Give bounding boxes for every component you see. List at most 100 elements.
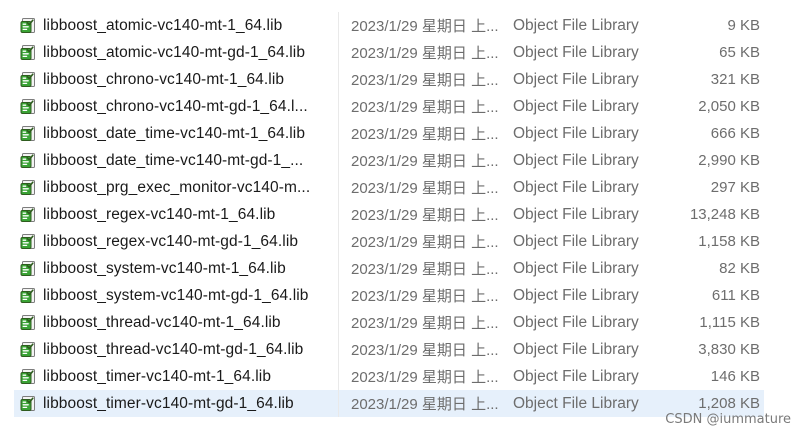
file-size: 297 KB — [710, 179, 760, 196]
column-divider — [334, 363, 339, 390]
file-type: Object File Library — [513, 16, 639, 34]
name-cell: libboost_thread-vc140-mt-gd-1_64.lib — [14, 341, 334, 359]
file-name: libboost_system-vc140-mt-gd-1_64.lib — [43, 286, 309, 304]
lib-file-icon — [20, 234, 35, 249]
name-cell: libboost_date_time-vc140-mt-gd-1_... — [14, 152, 334, 170]
file-date: 2023/1/29 星期日 上... — [351, 288, 499, 305]
file-date: 2023/1/29 星期日 上... — [351, 342, 499, 359]
file-size: 146 KB — [710, 368, 760, 385]
file-row[interactable]: libboost_chrono-vc140-mt-1_64.lib 2023/1… — [14, 66, 764, 93]
lib-file-icon — [20, 45, 35, 60]
lib-file-icon — [20, 369, 35, 384]
file-date: 2023/1/29 星期日 上... — [351, 99, 499, 116]
file-date: 2023/1/29 星期日 上... — [351, 180, 499, 197]
name-cell: libboost_regex-vc140-mt-gd-1_64.lib — [14, 233, 334, 251]
file-row[interactable]: libboost_system-vc140-mt-gd-1_64.lib 202… — [14, 282, 764, 309]
file-size: 611 KB — [711, 287, 760, 304]
file-size: 2,050 KB — [698, 98, 760, 115]
file-type: Object File Library — [513, 394, 639, 412]
file-type: Object File Library — [513, 124, 639, 142]
file-size: 1,158 KB — [698, 233, 760, 250]
file-date: 2023/1/29 星期日 上... — [351, 153, 499, 170]
watermark: CSDN @iummature — [665, 412, 791, 427]
file-date: 2023/1/29 星期日 上... — [351, 18, 499, 35]
file-type: Object File Library — [513, 70, 639, 88]
file-date: 2023/1/29 星期日 上... — [351, 315, 499, 332]
file-row[interactable]: libboost_date_time-vc140-mt-1_64.lib 202… — [14, 120, 764, 147]
name-cell: libboost_date_time-vc140-mt-1_64.lib — [14, 125, 334, 143]
name-cell: libboost_timer-vc140-mt-1_64.lib — [14, 368, 334, 386]
file-type: Object File Library — [513, 178, 639, 196]
file-type: Object File Library — [513, 43, 639, 61]
file-size: 1,208 KB — [698, 395, 760, 412]
column-divider — [334, 12, 339, 39]
name-cell: libboost_system-vc140-mt-1_64.lib — [14, 260, 334, 278]
lib-file-icon — [20, 396, 35, 411]
file-name: libboost_thread-vc140-mt-1_64.lib — [43, 313, 281, 331]
file-row[interactable]: libboost_timer-vc140-mt-1_64.lib 2023/1/… — [14, 363, 764, 390]
file-row[interactable]: libboost_chrono-vc140-mt-gd-1_64.l... 20… — [14, 93, 764, 120]
file-size: 3,830 KB — [698, 341, 760, 358]
file-size: 9 KB — [727, 17, 760, 34]
column-divider — [334, 228, 339, 255]
file-type: Object File Library — [513, 97, 639, 115]
file-row[interactable]: libboost_atomic-vc140-mt-1_64.lib 2023/1… — [14, 12, 764, 39]
file-type: Object File Library — [513, 340, 639, 358]
name-cell: libboost_chrono-vc140-mt-gd-1_64.l... — [14, 98, 334, 116]
lib-file-icon — [20, 153, 35, 168]
file-name: libboost_date_time-vc140-mt-gd-1_... — [43, 151, 304, 169]
file-name: libboost_atomic-vc140-mt-1_64.lib — [43, 16, 283, 34]
file-list: libboost_atomic-vc140-mt-1_64.lib 2023/1… — [14, 12, 764, 417]
column-divider — [334, 66, 339, 93]
lib-file-icon — [20, 180, 35, 195]
file-name: libboost_atomic-vc140-mt-gd-1_64.lib — [43, 43, 306, 61]
file-row[interactable]: libboost_regex-vc140-mt-1_64.lib 2023/1/… — [14, 201, 764, 228]
lib-file-icon — [20, 315, 35, 330]
file-type: Object File Library — [513, 232, 639, 250]
lib-file-icon — [20, 207, 35, 222]
column-divider — [334, 390, 339, 417]
file-name: libboost_prg_exec_monitor-vc140-m... — [43, 178, 311, 196]
file-type: Object File Library — [513, 367, 639, 385]
file-date: 2023/1/29 星期日 上... — [351, 45, 499, 62]
file-type: Object File Library — [513, 286, 639, 304]
name-cell: libboost_regex-vc140-mt-1_64.lib — [14, 206, 334, 224]
file-size: 2,990 KB — [698, 152, 760, 169]
file-row[interactable]: libboost_thread-vc140-mt-gd-1_64.lib 202… — [14, 336, 764, 363]
file-name: libboost_system-vc140-mt-1_64.lib — [43, 259, 286, 277]
file-name: libboost_chrono-vc140-mt-gd-1_64.l... — [43, 97, 308, 115]
file-row[interactable]: libboost_atomic-vc140-mt-gd-1_64.lib 202… — [14, 39, 764, 66]
file-size: 82 KB — [719, 260, 760, 277]
column-divider — [334, 309, 339, 336]
file-date: 2023/1/29 星期日 上... — [351, 234, 499, 251]
file-row[interactable]: libboost_timer-vc140-mt-gd-1_64.lib 2023… — [14, 390, 764, 417]
file-row[interactable]: libboost_regex-vc140-mt-gd-1_64.lib 2023… — [14, 228, 764, 255]
file-size: 13,248 KB — [689, 206, 760, 223]
file-size: 666 KB — [710, 125, 760, 142]
name-cell: libboost_prg_exec_monitor-vc140-m... — [14, 179, 334, 197]
file-type: Object File Library — [513, 313, 639, 331]
name-cell: libboost_timer-vc140-mt-gd-1_64.lib — [14, 395, 334, 413]
lib-file-icon — [20, 99, 35, 114]
file-row[interactable]: libboost_prg_exec_monitor-vc140-m... 202… — [14, 174, 764, 201]
column-divider — [334, 174, 339, 201]
file-name: libboost_date_time-vc140-mt-1_64.lib — [43, 124, 306, 142]
column-divider — [334, 93, 339, 120]
file-row[interactable]: libboost_system-vc140-mt-1_64.lib 2023/1… — [14, 255, 764, 282]
file-date: 2023/1/29 星期日 上... — [351, 396, 499, 413]
file-size: 1,115 KB — [699, 314, 760, 331]
file-row[interactable]: libboost_thread-vc140-mt-1_64.lib 2023/1… — [14, 309, 764, 336]
column-divider — [334, 282, 339, 309]
file-date: 2023/1/29 星期日 上... — [351, 369, 499, 386]
file-date: 2023/1/29 星期日 上... — [351, 261, 499, 278]
name-cell: libboost_atomic-vc140-mt-gd-1_64.lib — [14, 44, 334, 62]
lib-file-icon — [20, 126, 35, 141]
file-date: 2023/1/29 星期日 上... — [351, 126, 499, 143]
file-row[interactable]: libboost_date_time-vc140-mt-gd-1_... 202… — [14, 147, 764, 174]
file-name: libboost_regex-vc140-mt-gd-1_64.lib — [43, 232, 299, 250]
lib-file-icon — [20, 288, 35, 303]
column-divider — [334, 336, 339, 363]
file-name: libboost_timer-vc140-mt-gd-1_64.lib — [43, 394, 294, 412]
file-type: Object File Library — [513, 205, 639, 223]
column-divider — [334, 147, 339, 174]
